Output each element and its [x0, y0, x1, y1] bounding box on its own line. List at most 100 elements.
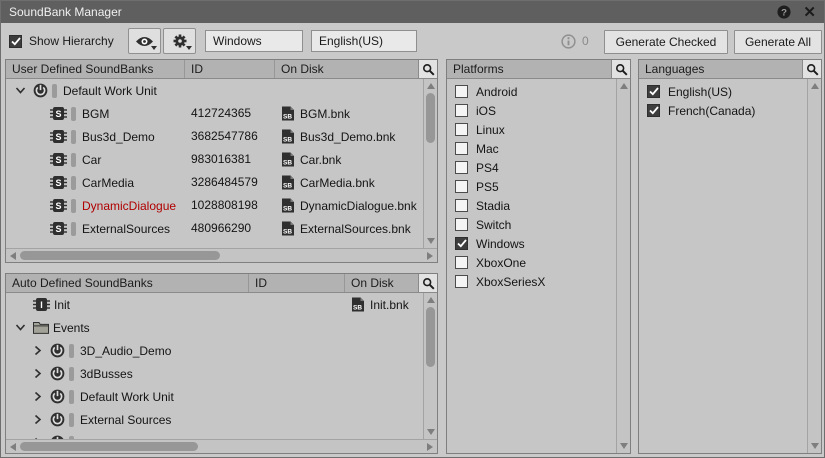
platform-item[interactable]: PS4: [447, 158, 616, 177]
platform-checkbox[interactable]: [455, 123, 468, 136]
scroll-right-button[interactable]: [423, 440, 437, 453]
settings-button[interactable]: [163, 28, 196, 54]
column-separator[interactable]: [184, 60, 185, 78]
soundbank-row[interactable]: 3D_Audio_Demo: [6, 339, 423, 362]
disk-column-header[interactable]: On Disk: [281, 62, 324, 76]
scroll-thumb[interactable]: [426, 307, 435, 367]
chevron-right-icon[interactable]: [31, 344, 50, 357]
work-unit-icon: [50, 343, 65, 358]
close-button[interactable]: ✕: [803, 5, 816, 20]
show-hierarchy-toggle[interactable]: Show Hierarchy: [9, 23, 114, 59]
platform-selector[interactable]: Windows: [205, 30, 303, 52]
scroll-up-button[interactable]: [424, 293, 437, 307]
language-item[interactable]: English(US): [639, 82, 807, 101]
platform-checkbox[interactable]: [455, 142, 468, 155]
platform-item[interactable]: iOS: [447, 101, 616, 120]
scroll-down-button[interactable]: [808, 439, 821, 453]
soundbank-row[interactable]: SBus3d_Demo3682547786SBBus3d_Demo.bnk: [6, 125, 423, 148]
scroll-down-button[interactable]: [617, 439, 630, 453]
bank-id: 412724365: [191, 106, 251, 120]
platform-item[interactable]: XboxSeriesX: [447, 272, 616, 291]
language-checkbox[interactable]: [647, 104, 660, 117]
platform-checkbox[interactable]: [455, 275, 468, 288]
soundbank-row[interactable]: 3dBusses: [6, 362, 423, 385]
chevron-right-icon[interactable]: [31, 390, 50, 403]
help-button[interactable]: ?: [777, 5, 791, 19]
scroll-track[interactable]: [808, 93, 821, 439]
scroll-track[interactable]: [20, 440, 423, 453]
scroll-up-button[interactable]: [424, 79, 437, 93]
scroll-down-button[interactable]: [424, 425, 437, 439]
platform-item[interactable]: Android: [447, 82, 616, 101]
platform-checkbox[interactable]: [455, 104, 468, 117]
platform-item[interactable]: Linux: [447, 120, 616, 139]
scroll-right-button[interactable]: [423, 249, 437, 262]
language-checkbox[interactable]: [647, 85, 660, 98]
horizontal-scrollbar[interactable]: [6, 439, 437, 453]
vertical-scrollbar[interactable]: [423, 79, 437, 248]
platform-item[interactable]: XboxOne: [447, 253, 616, 272]
horizontal-scrollbar[interactable]: [6, 248, 437, 262]
platform-checkbox[interactable]: [455, 161, 468, 174]
scroll-track[interactable]: [20, 249, 423, 262]
scroll-up-button[interactable]: [617, 79, 630, 93]
search-button[interactable]: [802, 60, 821, 78]
scroll-left-button[interactable]: [6, 440, 20, 453]
soundbank-row[interactable]: IInitSBInit.bnk: [6, 293, 423, 316]
platform-checkbox[interactable]: [455, 256, 468, 269]
platform-checkbox[interactable]: [455, 180, 468, 193]
show-hierarchy-checkbox[interactable]: [9, 35, 22, 48]
soundbank-row[interactable]: SDynamicDialogue1028808198SBDynamicDialo…: [6, 194, 423, 217]
scroll-track[interactable]: [424, 307, 437, 425]
soundbank-row[interactable]: [6, 431, 423, 439]
chevron-down-icon[interactable]: [14, 321, 33, 334]
column-separator[interactable]: [248, 274, 249, 292]
scroll-up-button[interactable]: [808, 79, 821, 93]
scroll-track[interactable]: [424, 93, 437, 234]
bank-filename: CarMedia.bnk: [300, 176, 375, 190]
soundbank-row[interactable]: Events: [6, 316, 423, 339]
id-column-header[interactable]: ID: [191, 62, 203, 76]
chevron-right-icon[interactable]: [31, 367, 50, 380]
column-separator[interactable]: [274, 60, 275, 78]
search-button[interactable]: [418, 60, 437, 78]
vertical-scrollbar[interactable]: [423, 293, 437, 439]
platform-checkbox[interactable]: [455, 85, 468, 98]
platform-item[interactable]: Windows: [447, 234, 616, 253]
language-item[interactable]: French(Canada): [639, 101, 807, 120]
platform-item[interactable]: Stadia: [447, 196, 616, 215]
scroll-thumb[interactable]: [426, 93, 435, 143]
view-options-button[interactable]: [128, 28, 161, 54]
vertical-scrollbar[interactable]: [616, 79, 630, 453]
soundbank-row[interactable]: SCarMedia3286484579SBCarMedia.bnk: [6, 171, 423, 194]
soundbank-row[interactable]: Default Work Unit: [6, 385, 423, 408]
generate-checked-button[interactable]: Generate Checked: [604, 30, 728, 54]
search-button[interactable]: [418, 274, 437, 292]
soundbank-row[interactable]: SBGM412724365SBBGM.bnk: [6, 102, 423, 125]
chevron-right-icon[interactable]: [31, 413, 50, 426]
disk-column-header[interactable]: On Disk: [351, 276, 394, 290]
scroll-thumb[interactable]: [20, 251, 220, 260]
column-separator[interactable]: [344, 274, 345, 292]
chevron-down-icon[interactable]: [14, 84, 33, 97]
platform-item[interactable]: PS5: [447, 177, 616, 196]
soundbank-row[interactable]: SCar983016381SBCar.bnk: [6, 148, 423, 171]
scroll-left-button[interactable]: [6, 249, 20, 262]
scroll-track[interactable]: [617, 93, 630, 439]
scroll-thumb[interactable]: [20, 442, 198, 451]
generate-all-button[interactable]: Generate All: [734, 30, 822, 54]
platform-checkbox[interactable]: [455, 218, 468, 231]
search-button[interactable]: [611, 60, 630, 78]
soundbank-row[interactable]: SExternalSources480966290SBExternalSourc…: [6, 217, 423, 240]
platform-item[interactable]: Mac: [447, 139, 616, 158]
language-selector[interactable]: English(US): [311, 30, 417, 52]
platform-checkbox[interactable]: [455, 199, 468, 212]
scroll-down-button[interactable]: [424, 234, 437, 248]
id-column-header[interactable]: ID: [255, 276, 267, 290]
platform-item[interactable]: Switch: [447, 215, 616, 234]
soundbank-row[interactable]: Default Work Unit: [6, 79, 423, 102]
platform-checkbox[interactable]: [455, 237, 468, 250]
soundbank-row[interactable]: External Sources: [6, 408, 423, 431]
vertical-scrollbar[interactable]: [807, 79, 821, 453]
show-hierarchy-label: Show Hierarchy: [29, 34, 114, 48]
